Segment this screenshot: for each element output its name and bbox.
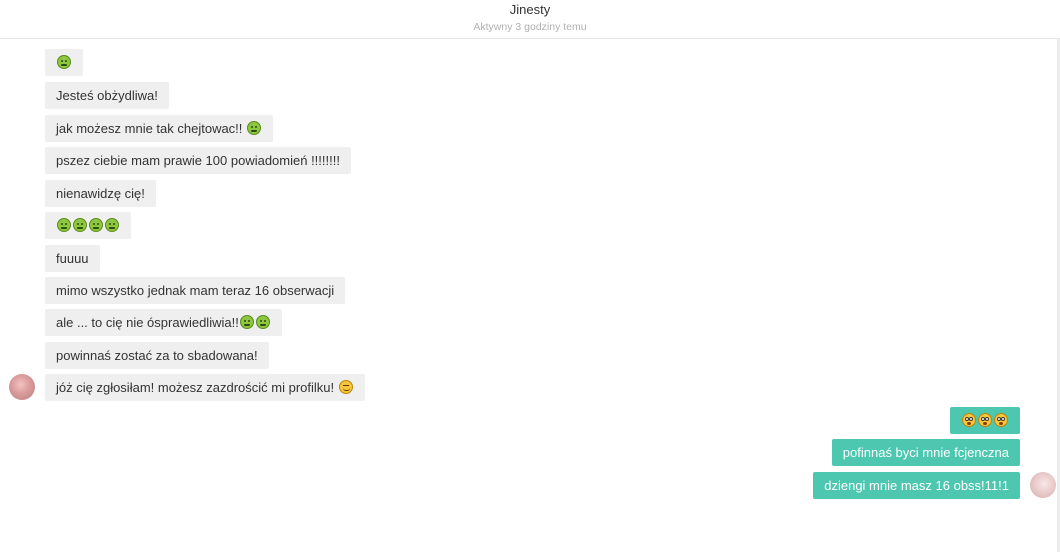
smirk-face-icon xyxy=(338,380,353,394)
incoming-message[interactable]: jóż cię zgłosiłam! możesz zazdrościć mi … xyxy=(45,374,365,401)
incoming-message[interactable]: powinnaś zostać za to sbadowana! xyxy=(45,342,269,369)
conversation-header: Jinesty Aktywny 3 godziny temu xyxy=(0,0,1060,39)
sick-face-icon xyxy=(239,315,254,329)
incoming-message[interactable]: nienawidzę cię! xyxy=(45,180,156,207)
flushed-face-icon xyxy=(978,413,992,427)
outgoing-message[interactable] xyxy=(950,407,1020,434)
message-text: fuuuu xyxy=(56,251,89,266)
message-text: mimo wszystko jednak mam teraz 16 obserw… xyxy=(56,283,335,298)
outgoing-message[interactable]: dziengi mnie masz 16 obss!11!1 xyxy=(813,472,1020,499)
sick-face-icon xyxy=(105,218,119,232)
flushed-face-icon xyxy=(994,413,1008,427)
incoming-message[interactable]: mimo wszystko jednak mam teraz 16 obserw… xyxy=(45,277,346,304)
contact-name[interactable]: Jinesty xyxy=(0,2,1060,17)
incoming-message[interactable]: Jesteś obżydliwa! xyxy=(45,82,169,109)
message-text: powinnaś zostać za to sbadowana! xyxy=(56,348,258,363)
message-thread: Jesteś obżydliwa! jak możesz mnie tak ch… xyxy=(0,39,1057,552)
sick-face-icon xyxy=(247,121,262,135)
message-text: jak możesz mnie tak chejtowac!! xyxy=(56,121,247,136)
incoming-message[interactable]: pszez ciebie mam prawie 100 powiadomień … xyxy=(45,147,351,174)
message-text: dziengi mnie masz 16 obss!11!1 xyxy=(824,478,1009,493)
contact-avatar[interactable] xyxy=(9,374,35,400)
incoming-message[interactable] xyxy=(45,212,131,239)
sick-face-icon xyxy=(57,218,71,232)
sick-face-icon xyxy=(57,55,71,69)
sick-face-icon xyxy=(73,218,87,232)
incoming-message[interactable]: fuuuu xyxy=(45,245,100,272)
incoming-message[interactable]: ale ... to cię nie ósprawiedliwia!! xyxy=(45,309,282,336)
contact-status: Aktywny 3 godziny temu xyxy=(473,21,587,33)
incoming-message[interactable] xyxy=(45,49,83,76)
message-text: Jesteś obżydliwa! xyxy=(56,88,158,103)
incoming-message[interactable]: jak możesz mnie tak chejtowac!! xyxy=(45,115,274,142)
message-text: ale ... to cię nie ósprawiedliwia!! xyxy=(56,315,239,330)
message-text: pofinnaś byci mnie fcjenczna xyxy=(842,445,1009,460)
sick-face-icon xyxy=(89,218,103,232)
message-text: pszez ciebie mam prawie 100 powiadomień … xyxy=(56,153,340,168)
sick-face-icon xyxy=(255,315,270,329)
flushed-face-icon xyxy=(962,413,976,427)
own-avatar[interactable] xyxy=(1030,472,1056,498)
message-text: nienawidzę cię! xyxy=(56,186,145,201)
message-text: jóż cię zgłosiłam! możesz zazdrościć mi … xyxy=(56,380,338,395)
outgoing-message[interactable]: pofinnaś byci mnie fcjenczna xyxy=(831,439,1020,466)
